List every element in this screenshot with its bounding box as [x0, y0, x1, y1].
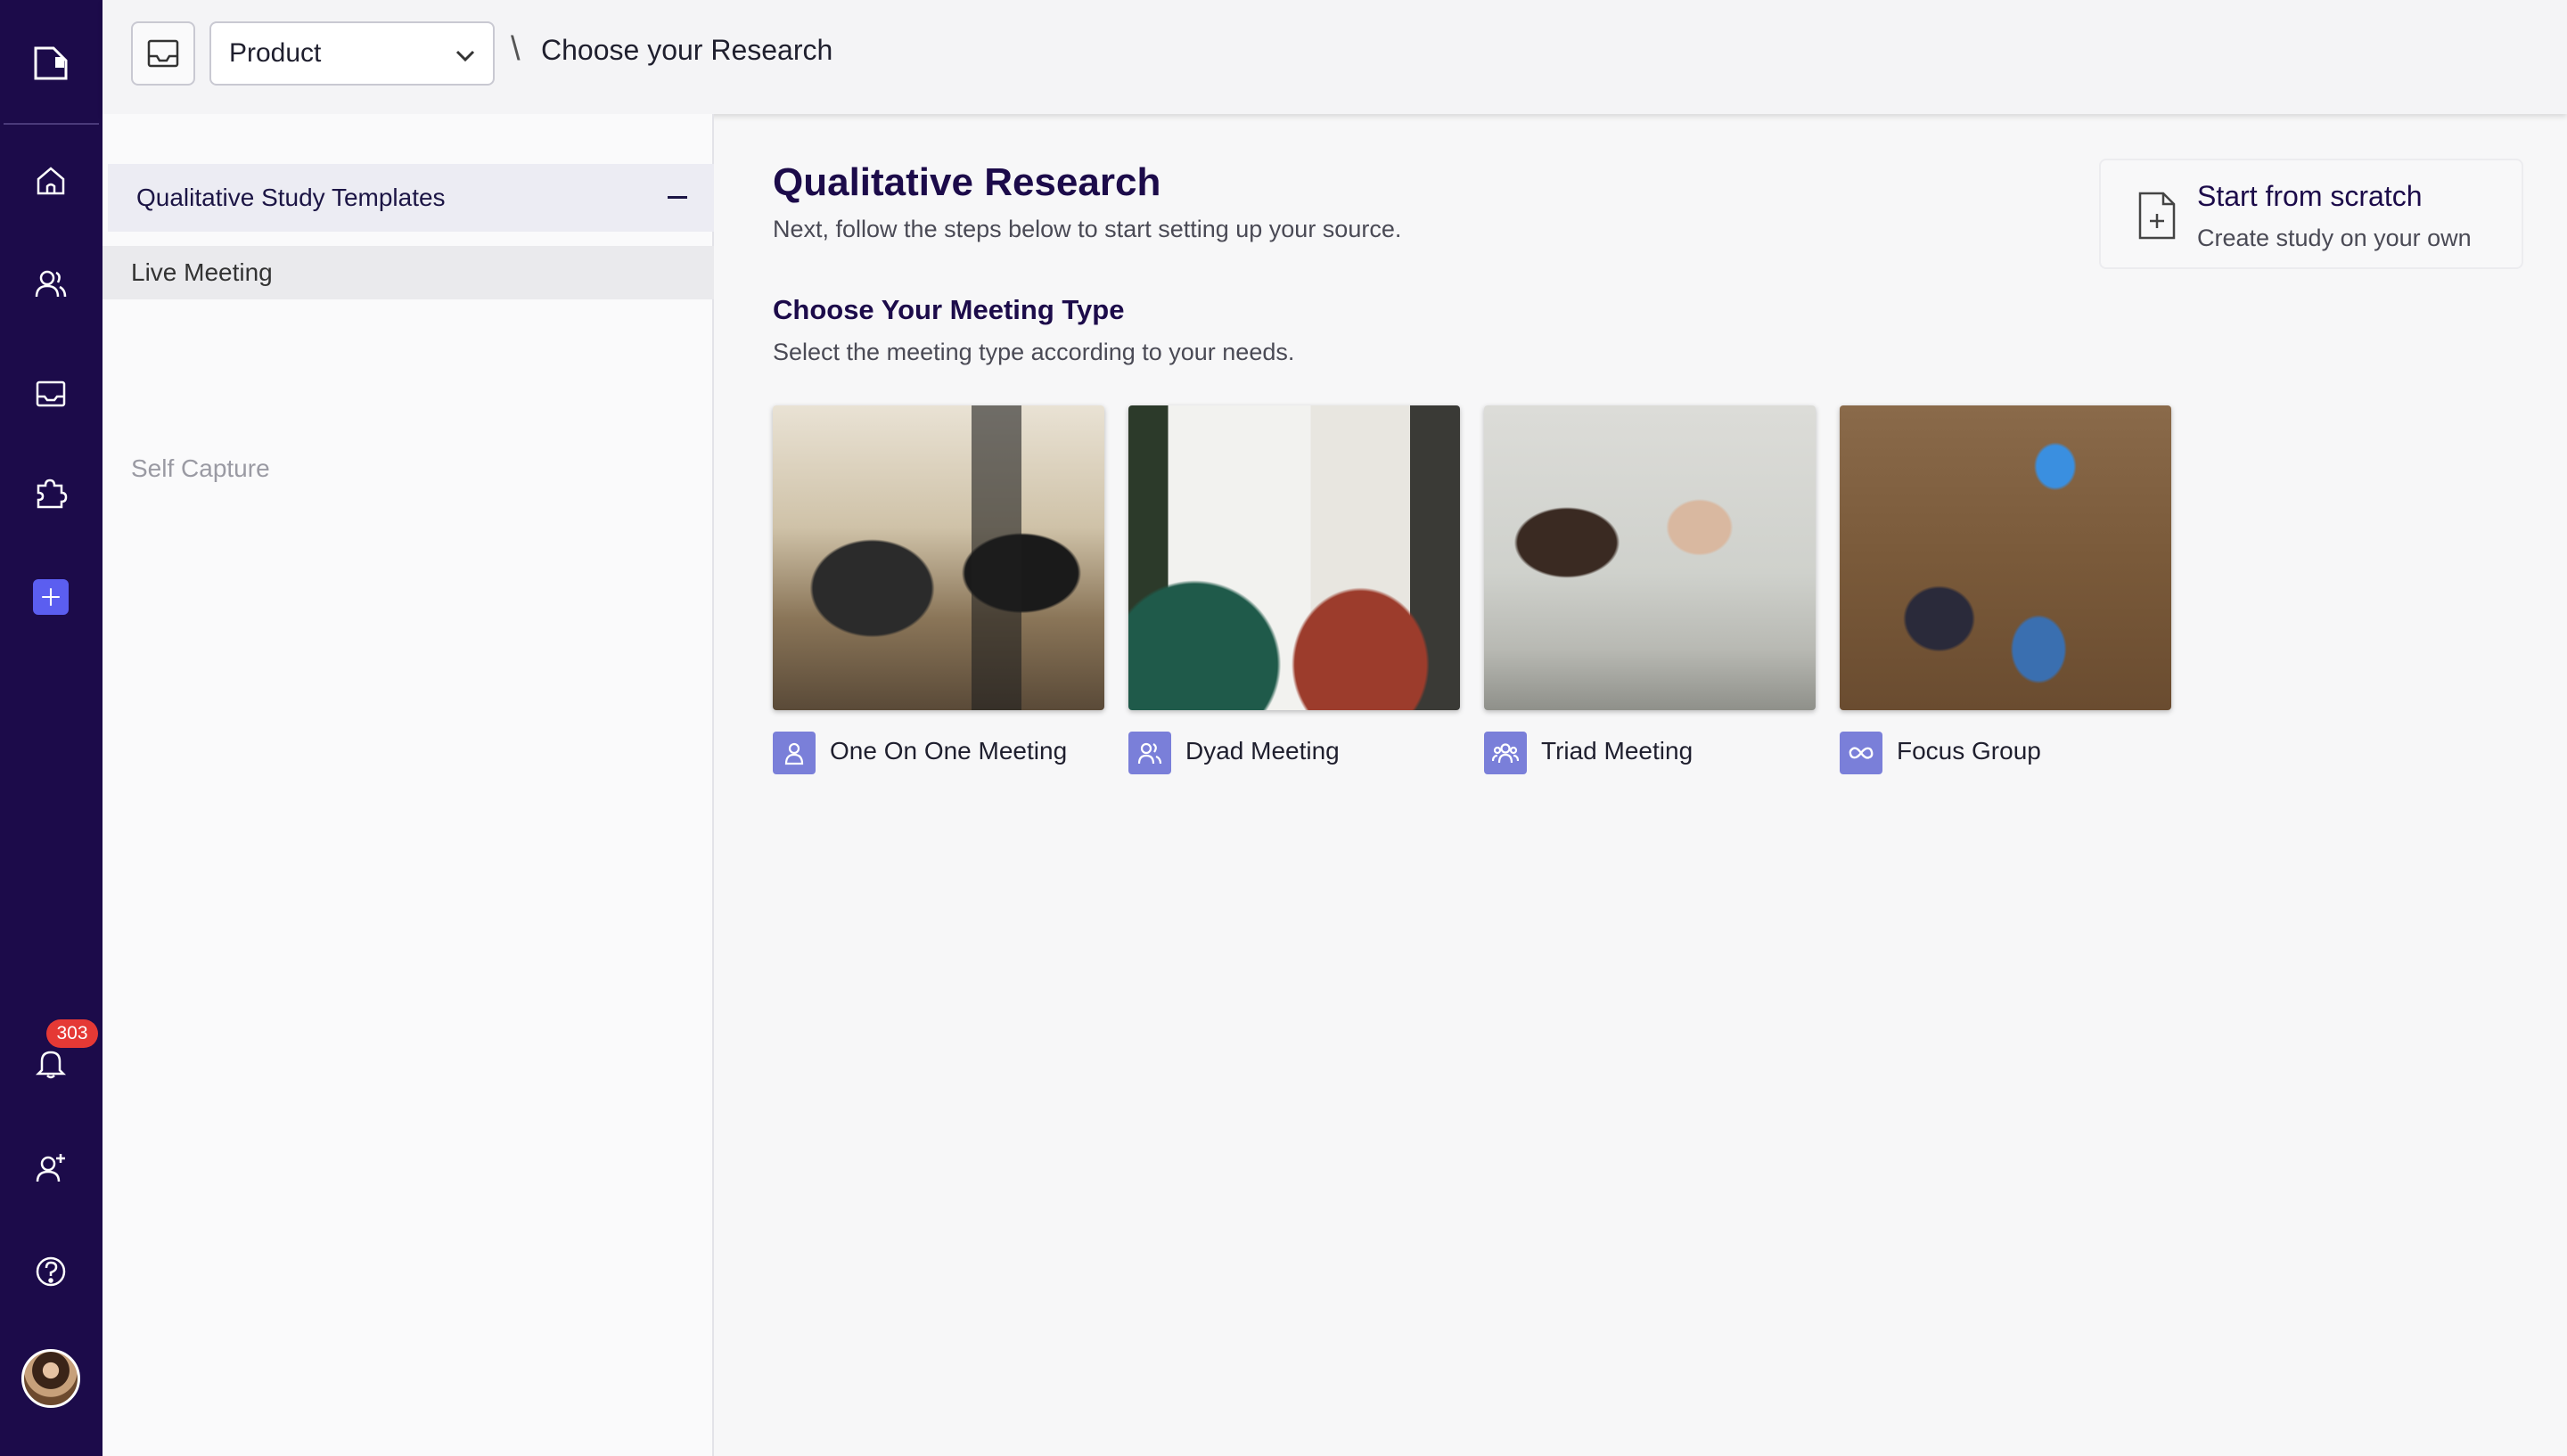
- invite-user-button[interactable]: [30, 1148, 71, 1189]
- nav-item-label: Live Meeting: [131, 258, 273, 286]
- integrations-button[interactable]: [30, 472, 71, 513]
- scratch-subtitle: Create study on your own: [2197, 225, 2472, 251]
- users-icon: [35, 270, 67, 298]
- inbox-nav-button[interactable]: [30, 372, 71, 413]
- home-button[interactable]: [30, 160, 71, 201]
- group-icon: [1484, 732, 1527, 774]
- page-subtitle: Next, follow the steps below to start se…: [773, 216, 1402, 242]
- start-from-scratch-button[interactable]: Start from scratch Create study on your …: [2099, 159, 2523, 269]
- breadcrumb-separator: \: [511, 30, 521, 68]
- notifications-button[interactable]: [30, 1043, 71, 1084]
- meeting-card-label: Dyad Meeting: [1185, 737, 1340, 765]
- meeting-card-one-on-one[interactable]: One On One Meeting: [773, 405, 1104, 780]
- rail-divider: [4, 123, 99, 125]
- help-icon: [36, 1256, 66, 1287]
- avatar[interactable]: [21, 1349, 80, 1408]
- two-people-icon: [1128, 732, 1171, 774]
- meeting-card-label: Focus Group: [1897, 737, 2041, 765]
- section-subtitle: Select the meeting type according to you…: [773, 339, 1295, 365]
- product-select-value: Product: [229, 38, 322, 68]
- plus-icon: [42, 588, 60, 606]
- puzzle-icon: [37, 479, 68, 509]
- meeting-photo: [1484, 405, 1816, 710]
- person-icon: [773, 732, 816, 774]
- meeting-card-triad[interactable]: Triad Meeting: [1484, 405, 1816, 780]
- meeting-card-label: One On One Meeting: [830, 737, 1068, 765]
- top-bar: Product \ Choose your Research: [103, 0, 2567, 114]
- meeting-card-focus-group[interactable]: Focus Group: [1840, 405, 2171, 780]
- meeting-photo: [1840, 405, 2171, 710]
- collapse-icon: [668, 196, 687, 199]
- help-button[interactable]: [30, 1251, 71, 1292]
- scratch-title: Start from scratch: [2197, 180, 2423, 212]
- meeting-photo: [773, 405, 1104, 710]
- nav-item-live-meeting[interactable]: Live Meeting: [103, 246, 714, 299]
- inbox-button[interactable]: [131, 21, 195, 86]
- nav-item-self-capture[interactable]: Self Capture: [103, 442, 714, 495]
- page-title: Qualitative Research: [773, 160, 1161, 204]
- bell-icon: [35, 1051, 67, 1079]
- meeting-photo: [1128, 405, 1460, 710]
- app-root: 303 Product \ Choose your Research Quali…: [0, 0, 2567, 1456]
- notifications-badge: 303: [46, 1019, 98, 1048]
- template-group-title: Qualitative Study Templates: [136, 184, 446, 211]
- left-rail: 303: [0, 0, 103, 1456]
- meeting-card-dyad[interactable]: Dyad Meeting: [1128, 405, 1460, 780]
- nav-item-label: Self Capture: [131, 454, 270, 482]
- create-button[interactable]: [33, 579, 69, 615]
- breadcrumb-title: Choose your Research: [541, 34, 833, 66]
- inbox-icon: [147, 39, 179, 68]
- add-user-icon: [36, 1154, 65, 1182]
- new-document-icon: [2138, 192, 2176, 240]
- logo-icon[interactable]: [32, 43, 70, 82]
- product-select[interactable]: Product: [209, 21, 495, 86]
- meeting-card-label: Triad Meeting: [1541, 737, 1694, 765]
- template-group-header[interactable]: Qualitative Study Templates: [108, 164, 714, 232]
- template-panel: Qualitative Study Templates Live Meeting…: [103, 114, 714, 1456]
- chevron-down-icon: [455, 50, 475, 62]
- section-title: Choose Your Meeting Type: [773, 294, 1125, 325]
- home-icon: [37, 167, 65, 195]
- main-content: Qualitative Research Next, follow the st…: [714, 114, 2567, 1456]
- infinity-icon: [1840, 732, 1882, 774]
- users-button[interactable]: [30, 264, 71, 305]
- inbox-icon: [36, 380, 66, 407]
